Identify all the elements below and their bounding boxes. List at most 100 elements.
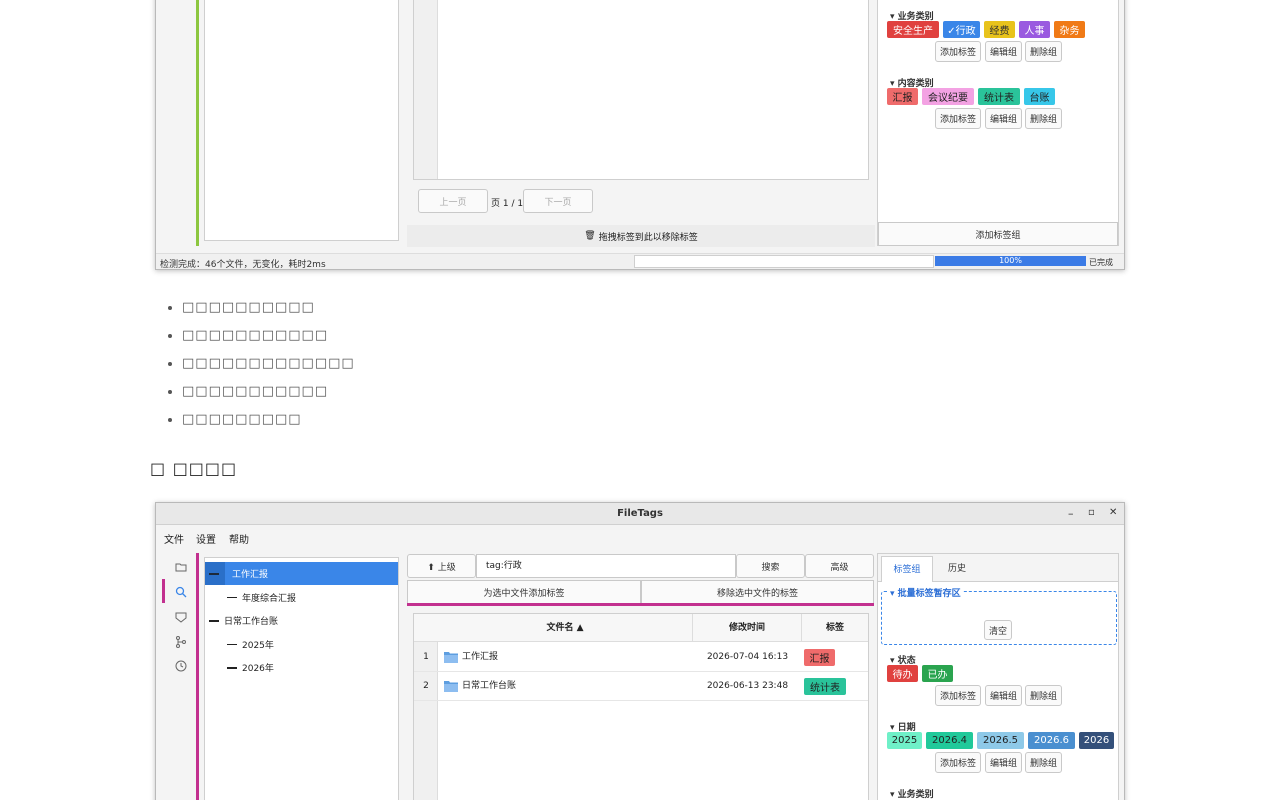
branch-icon[interactable]	[175, 636, 187, 648]
close-icon[interactable]: ✕	[1109, 507, 1117, 518]
bullet-item: □□□□□□□□□□□	[182, 327, 355, 355]
tag-chip[interactable]: 会议纪要	[922, 88, 974, 105]
tree-node-label: 日常工作台账	[224, 617, 279, 627]
add-tag-to-selected-button[interactable]: 为选中文件添加标签	[407, 580, 641, 604]
tree-branch-icon	[209, 573, 219, 575]
tag-chip[interactable]: 统计表	[978, 88, 1020, 105]
title-bar[interactable]: FileTags – ▫ ✕	[156, 503, 1124, 525]
tag-chip[interactable]: 2026.4	[926, 732, 973, 749]
edit-group-button[interactable]: 编辑组	[985, 41, 1022, 62]
tag-chip[interactable]: 经费	[984, 21, 1015, 38]
page-indicator: 页 1 / 1	[491, 199, 524, 209]
tag-group-title[interactable]: ▾ 业务类别	[890, 787, 934, 800]
tag-chip[interactable]: 待办	[887, 665, 918, 682]
delete-group-button[interactable]: 删除组	[1025, 108, 1062, 129]
file-name: 日常工作台账	[462, 681, 517, 691]
column-header-tags[interactable]: 标签	[802, 614, 868, 642]
add-tag-group-button[interactable]: 添加标签组	[878, 222, 1118, 246]
minimize-icon[interactable]: –	[1068, 507, 1074, 520]
toolbar-accent-line	[407, 603, 874, 606]
folder-icon	[444, 681, 458, 692]
search-button[interactable]: 搜索	[736, 554, 805, 578]
maximize-icon[interactable]: ▫	[1088, 507, 1095, 518]
tree-node[interactable]: 年度综合汇报	[205, 586, 398, 609]
tree-branch-icon	[227, 643, 237, 645]
tree-node[interactable]: 2026年	[205, 656, 398, 679]
column-header-name[interactable]: 文件名 ▲	[438, 614, 693, 642]
tag-chip[interactable]: 2026.5	[977, 732, 1024, 749]
window-title: FileTags	[617, 508, 663, 519]
tag-chip[interactable]: ✓行政	[943, 21, 980, 38]
staging-area-title: ▾ 批量标签暂存区	[888, 586, 963, 599]
file-modified-time: 2026-07-04 16:13	[706, 652, 789, 662]
file-table: 文件名 ▲ 修改时间 标签 1 工作汇报 2026-07-04 16:13 汇报 2 日常…	[413, 613, 869, 800]
tree-branch-icon	[227, 596, 237, 598]
table-row[interactable]: 2 日常工作台账 2026-06-13 23:48 统计表	[414, 672, 868, 701]
delete-group-button[interactable]: 删除组	[1025, 685, 1062, 706]
file-modified-time: 2026-06-13 23:48	[706, 681, 789, 691]
next-page-button[interactable]: 下一页	[523, 189, 593, 213]
tree-node[interactable]: 2025年	[205, 633, 398, 656]
tree-node-label: 工作汇报	[232, 570, 269, 580]
file-tag-chip[interactable]: 汇报	[804, 649, 835, 666]
progress-label: 100%	[999, 256, 1022, 265]
tree-node[interactable]: 工作汇报	[205, 562, 398, 585]
up-level-button[interactable]: ⬆ 上级	[407, 554, 476, 578]
search-icon[interactable]	[175, 586, 187, 598]
menu-help[interactable]: 帮助	[229, 531, 249, 546]
tag-chip[interactable]: 2025	[887, 732, 922, 749]
tag-chip[interactable]: 台账	[1024, 88, 1055, 105]
add-tag-button[interactable]: 添加标签	[935, 685, 981, 706]
tree-node-label: 年度综合汇报	[242, 593, 297, 604]
delete-group-button[interactable]: 删除组	[1025, 752, 1062, 773]
clear-staging-button[interactable]: 清空	[984, 620, 1012, 640]
table-header: 文件名 ▲ 修改时间 标签	[414, 614, 868, 642]
tag-chip[interactable]: 人事	[1019, 21, 1050, 38]
remove-tag-drop-zone[interactable]: 🗑 拖拽标签到此以移除标签	[407, 225, 875, 247]
folder-icon	[444, 652, 458, 663]
search-input[interactable]: tag:行政	[476, 554, 736, 578]
progress-track: 100%	[935, 256, 1086, 266]
tag-chip[interactable]: 已办	[922, 665, 953, 682]
tab-tag-groups[interactable]: 标签组	[881, 556, 933, 582]
edit-group-button[interactable]: 编辑组	[985, 108, 1022, 129]
menu-file[interactable]: 文件	[164, 531, 184, 546]
row-index-column	[414, 0, 438, 179]
tag-chip[interactable]: 安全生产	[887, 21, 939, 38]
column-header-modified[interactable]: 修改时间	[693, 614, 802, 642]
history-clock-icon[interactable]	[175, 660, 187, 672]
file-tag-chip[interactable]: 统计表	[804, 678, 846, 695]
file-list-panel[interactable]	[413, 0, 869, 180]
add-tag-button[interactable]: 添加标签	[935, 752, 981, 773]
row-index: 2	[423, 681, 429, 691]
tag-chip[interactable]: 汇报	[887, 88, 918, 105]
bullet-item: □□□□□□□□□□	[182, 299, 355, 327]
status-bar: 检测完成：46个文件，无变化，耗时2ms 100% 已完成	[156, 253, 1124, 269]
icon-rail	[156, 551, 196, 800]
tag-chip[interactable]: 杂务	[1054, 21, 1085, 38]
folder-icon[interactable]	[175, 562, 187, 572]
folder-tree-panel[interactable]	[204, 0, 399, 241]
delete-group-button[interactable]: 删除组	[1025, 41, 1062, 62]
tag-chip[interactable]: 2026	[1079, 732, 1114, 749]
section-heading: □ □□□□	[150, 459, 238, 478]
add-tag-button[interactable]: 添加标签	[935, 108, 981, 129]
menu-settings[interactable]: 设置	[196, 531, 216, 546]
advanced-search-button[interactable]: 高级	[805, 554, 874, 578]
table-row[interactable]: 1 工作汇报 2026-07-04 16:13 汇报	[414, 643, 868, 672]
edit-group-button[interactable]: 编辑组	[985, 685, 1022, 706]
top-app-window: 上一页 页 1 / 1 下一页 🗑 拖拽标签到此以移除标签 ▾ 业务类别 安全生产…	[155, 0, 1125, 270]
tree-node-label: 2025年	[242, 640, 274, 651]
remove-tag-from-selected-button[interactable]: 移除选中文件的标签	[641, 580, 874, 604]
tree-node[interactable]: 日常工作台账	[205, 609, 398, 632]
add-tag-button[interactable]: 添加标签	[935, 41, 981, 62]
edit-group-button[interactable]: 编辑组	[985, 752, 1022, 773]
folder-tree-panel[interactable]: 工作汇报年度综合汇报日常工作台账 2025年 2026年	[204, 557, 399, 800]
status-progress-frame	[634, 255, 934, 268]
drop-hint-label: 拖拽标签到此以移除标签	[598, 232, 698, 243]
tag-chip[interactable]: 2026.6	[1028, 732, 1075, 749]
tag-icon[interactable]	[175, 612, 187, 623]
file-name: 工作汇报	[462, 652, 499, 662]
prev-page-button[interactable]: 上一页	[418, 189, 488, 213]
tab-history[interactable]: 历史	[934, 556, 980, 582]
